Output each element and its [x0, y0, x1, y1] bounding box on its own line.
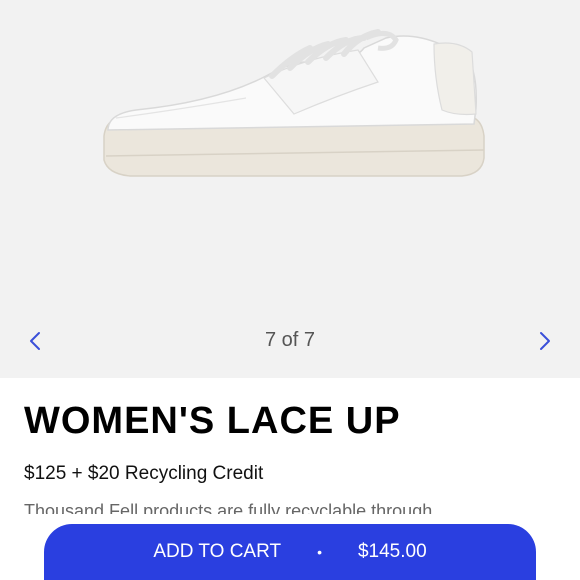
image-counter: 7 of 7 — [264, 329, 316, 351]
next-image-button[interactable] — [530, 326, 560, 356]
product-description: Thousand Fell products are fully recycla… — [24, 500, 564, 514]
add-to-cart-button[interactable]: ADD TO CART • $145.00 — [44, 524, 536, 580]
product-title: WOMEN'S LACE UP — [24, 400, 401, 442]
product-image-gallery[interactable]: 7 of 7 — [0, 0, 580, 378]
separator-dot: • — [317, 544, 322, 560]
description-text: Thousand Fell products are fully recycla… — [24, 501, 433, 514]
cart-total: $145.00 — [357, 541, 427, 562]
product-image — [103, 29, 485, 177]
add-to-cart-label: ADD TO CART — [153, 541, 282, 562]
chevron-right-icon — [540, 332, 550, 350]
price-line: $125 + $20 Recycling Credit — [24, 463, 264, 484]
